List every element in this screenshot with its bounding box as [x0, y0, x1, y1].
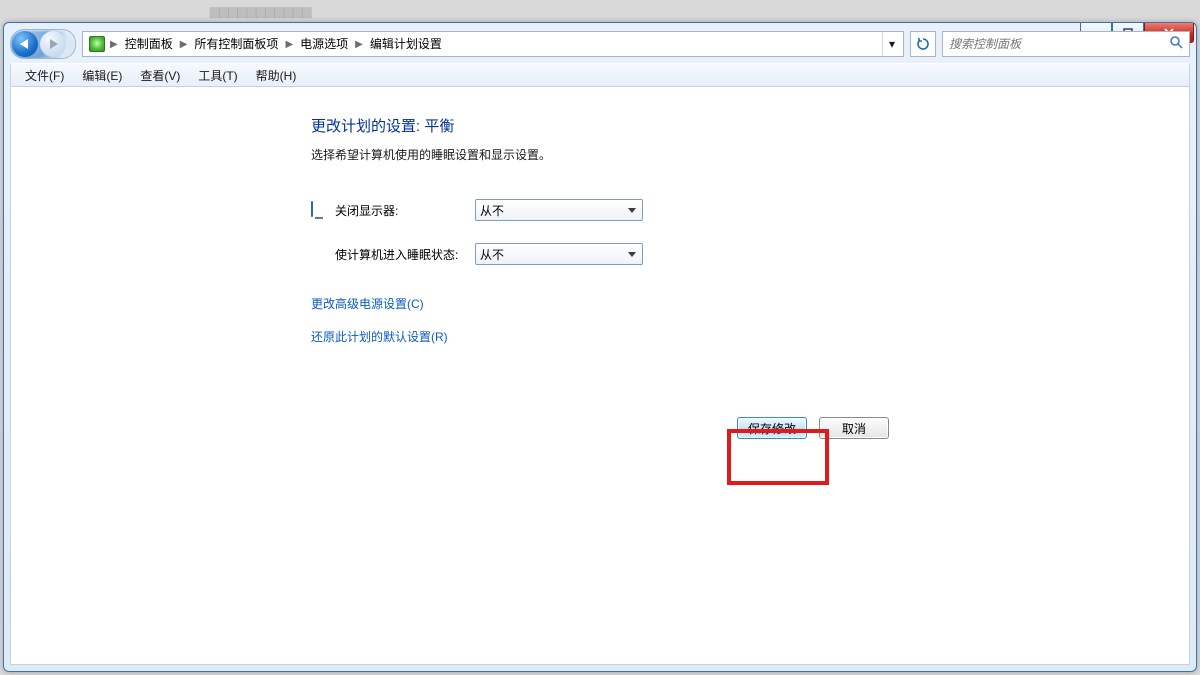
- back-button[interactable]: [12, 31, 38, 57]
- setting-label: 使计算机进入睡眠状态:: [335, 246, 475, 263]
- combo-value: 从不: [480, 246, 504, 263]
- refresh-icon: [916, 37, 930, 51]
- menu-view[interactable]: 查看(V): [132, 65, 188, 86]
- monitor-icon: [311, 202, 327, 218]
- navigation-row: ▶ 控制面板 ▶ 所有控制面板项 ▶ 电源选项 ▶ 编辑计划设置 ▾: [10, 29, 1190, 59]
- content-area: 更改计划的设置: 平衡 选择希望计算机使用的睡眠设置和显示设置。 关闭显示器: …: [10, 86, 1190, 665]
- display-off-combo[interactable]: 从不: [475, 199, 643, 221]
- sleep-combo[interactable]: 从不: [475, 243, 643, 265]
- cancel-button[interactable]: 取消: [819, 417, 889, 439]
- search-icon: [1169, 35, 1183, 52]
- links-section: 更改高级电源设置(C) 还原此计划的默认设置(R): [311, 295, 931, 345]
- explorer-window: ▶ 控制面板 ▶ 所有控制面板项 ▶ 电源选项 ▶ 编辑计划设置 ▾: [3, 22, 1197, 672]
- chevron-right-icon: ▶: [354, 39, 364, 50]
- save-button[interactable]: 保存修改: [737, 417, 807, 439]
- moon-icon: [311, 246, 327, 262]
- chevron-right-icon: ▶: [109, 39, 119, 50]
- menu-bar: 文件(F) 编辑(E) 查看(V) 工具(T) 帮助(H): [10, 63, 1190, 87]
- arrow-left-icon: [20, 39, 28, 49]
- forward-button[interactable]: [40, 31, 66, 57]
- page-subtitle: 选择希望计算机使用的睡眠设置和显示设置。: [311, 146, 931, 163]
- breadcrumb-item[interactable]: 控制面板: [119, 33, 179, 55]
- breadcrumb[interactable]: ▶ 控制面板 ▶ 所有控制面板项 ▶ 电源选项 ▶ 编辑计划设置 ▾: [82, 31, 904, 57]
- breadcrumb-item[interactable]: 所有控制面板项: [188, 33, 284, 55]
- combo-value: 从不: [480, 202, 504, 219]
- search-box[interactable]: [942, 31, 1190, 57]
- nav-buttons: [10, 29, 76, 59]
- setting-row-sleep: 使计算机进入睡眠状态: 从不: [311, 243, 931, 265]
- menu-help[interactable]: 帮助(H): [248, 65, 305, 86]
- button-row: 保存修改 取消: [11, 417, 1189, 439]
- advanced-power-settings-link[interactable]: 更改高级电源设置(C): [311, 295, 931, 312]
- setting-label: 关闭显示器:: [335, 202, 475, 219]
- menu-file[interactable]: 文件(F): [17, 65, 72, 86]
- arrow-right-icon: [50, 39, 58, 49]
- chevron-right-icon: ▶: [284, 39, 294, 50]
- breadcrumb-dropdown[interactable]: ▾: [882, 32, 901, 56]
- page-title: 更改计划的设置: 平衡: [311, 115, 931, 136]
- breadcrumb-item[interactable]: 电源选项: [294, 33, 354, 55]
- menu-tools[interactable]: 工具(T): [190, 65, 245, 86]
- chevron-right-icon: ▶: [179, 39, 189, 50]
- search-input[interactable]: [947, 36, 1185, 52]
- breadcrumb-item[interactable]: 编辑计划设置: [364, 33, 448, 55]
- setting-row-display: 关闭显示器: 从不: [311, 199, 931, 221]
- control-panel-icon: [89, 36, 105, 52]
- menu-edit[interactable]: 编辑(E): [74, 65, 130, 86]
- refresh-button[interactable]: [910, 31, 936, 57]
- restore-defaults-link[interactable]: 还原此计划的默认设置(R): [311, 328, 931, 345]
